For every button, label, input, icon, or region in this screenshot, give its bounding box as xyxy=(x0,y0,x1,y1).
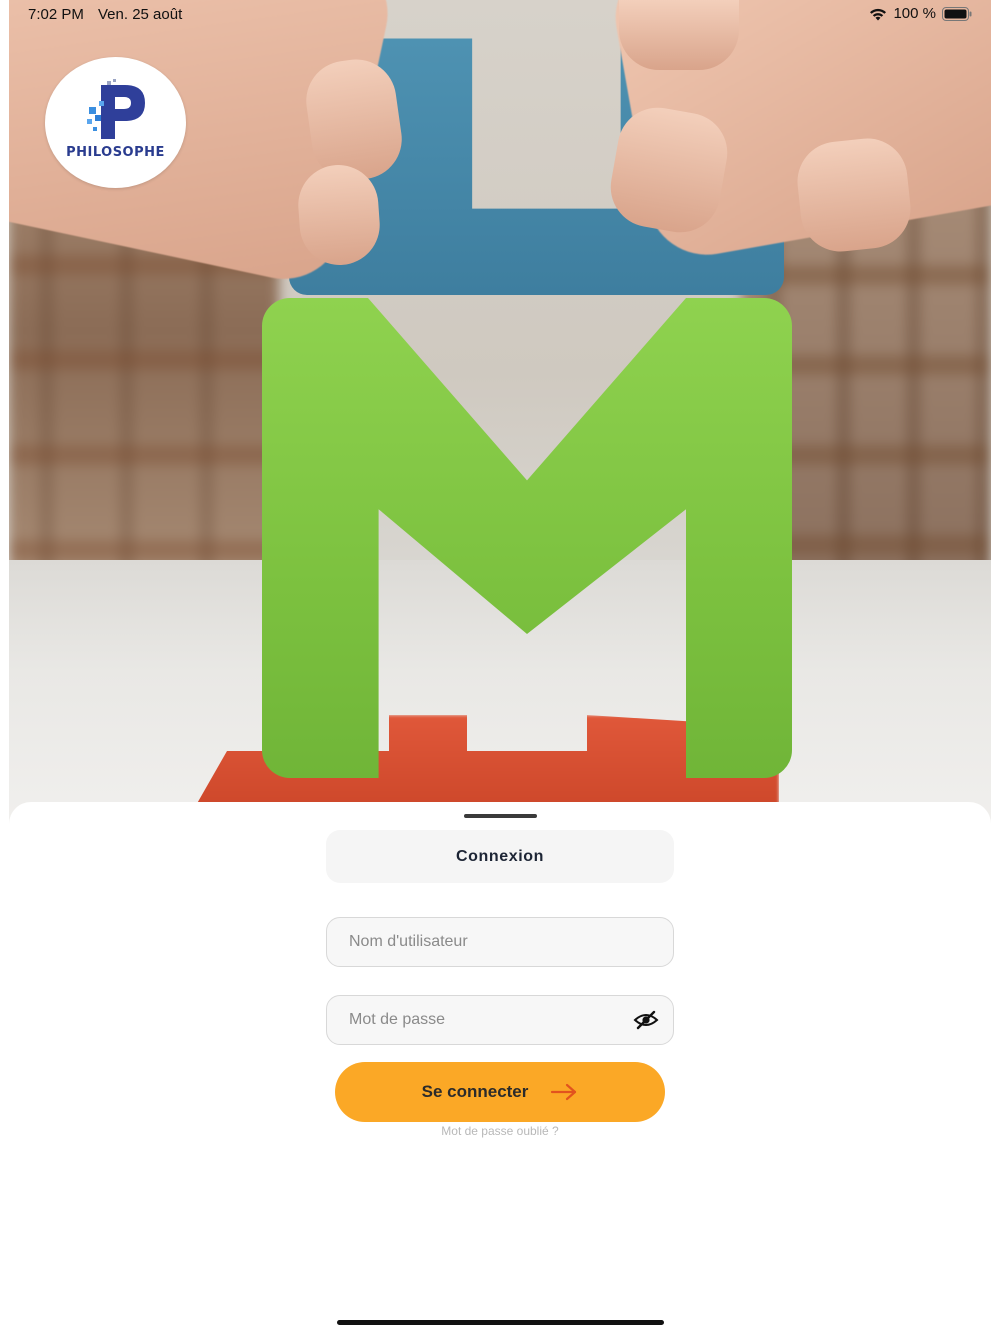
sheet-drag-handle[interactable] xyxy=(464,814,537,818)
wifi-icon xyxy=(870,8,887,20)
login-title: Connexion xyxy=(326,830,674,883)
logo-text: PHILOSOPHE xyxy=(66,145,165,160)
login-sheet: Connexion Se connecter Mot de passe oubl… xyxy=(9,802,991,1334)
home-indicator[interactable] xyxy=(337,1320,664,1325)
status-date: Ven. 25 août xyxy=(98,6,183,23)
right-finger xyxy=(793,134,915,256)
login-button-label: Se connecter xyxy=(421,1082,529,1101)
status-indicators: 100 % xyxy=(869,5,972,22)
status-bar: 7:02 PM Ven. 25 août 100 % xyxy=(0,0,1000,28)
battery-percent: 100 % xyxy=(893,5,936,22)
password-input[interactable] xyxy=(349,1011,633,1029)
forgot-password-link[interactable]: Mot de passe oublié ? xyxy=(326,1124,674,1138)
philosophe-p-logo xyxy=(86,79,145,139)
status-time: 7:02 PM xyxy=(28,6,84,23)
arrow-right-icon xyxy=(551,1083,577,1101)
username-input[interactable] xyxy=(349,933,651,951)
battery-full-icon xyxy=(942,6,972,21)
eye-slash-icon[interactable] xyxy=(633,1010,659,1030)
username-field[interactable] xyxy=(326,917,674,967)
login-screen: 7:02 PM Ven. 25 août 100 % PHILOSOPHE Co… xyxy=(0,0,1000,1334)
password-field[interactable] xyxy=(326,995,674,1045)
login-button[interactable]: Se connecter xyxy=(335,1062,665,1122)
app-logo: PHILOSOPHE xyxy=(45,57,186,188)
